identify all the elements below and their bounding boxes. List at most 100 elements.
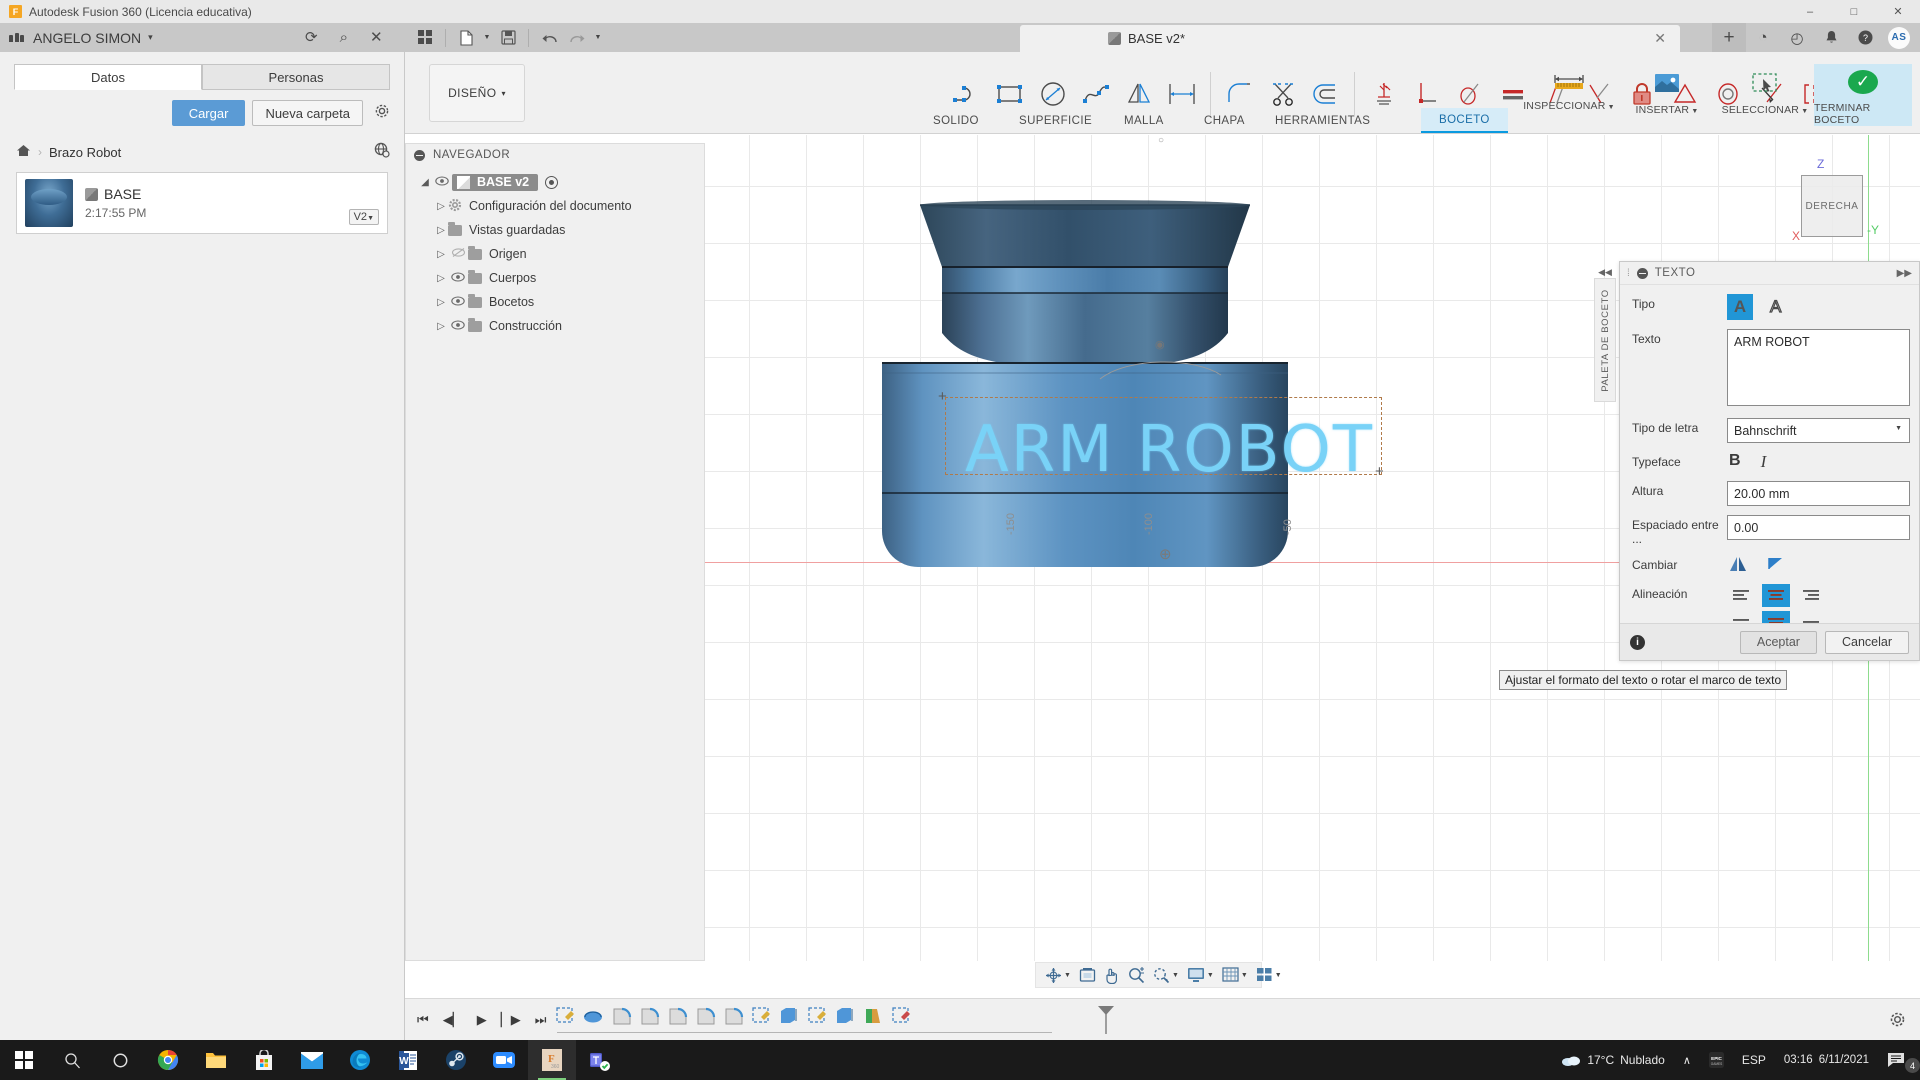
- sketch-text-arm-robot[interactable]: ARM ROBOT: [965, 413, 1374, 487]
- document-tab[interactable]: BASE v2* ✕: [1020, 25, 1680, 52]
- tab-personas[interactable]: Personas: [202, 64, 390, 90]
- maximize-button[interactable]: □: [1832, 0, 1876, 23]
- chevron-down-icon[interactable]: ▼: [1064, 972, 1071, 979]
- file-card[interactable]: BASE 2:17:55 PM V2▼: [16, 172, 388, 234]
- timeline-feature-revolve[interactable]: [583, 1006, 604, 1027]
- zoom-window-button[interactable]: ▼: [1150, 965, 1182, 986]
- italic-button[interactable]: I: [1761, 452, 1767, 472]
- flip-horizontal-icon[interactable]: [1729, 555, 1747, 575]
- tree-item-vistas[interactable]: ▷ Vistas guardadas: [406, 218, 704, 242]
- timeline-end-marker[interactable]: [1095, 1005, 1117, 1038]
- drag-handle-icon[interactable]: ⁞: [1627, 268, 1630, 279]
- minimize-button[interactable]: –: [1788, 0, 1832, 23]
- timeline-feature-fillet-2[interactable]: [639, 1006, 660, 1027]
- display-settings-button[interactable]: ▼: [1184, 965, 1217, 985]
- taskbar-fusion360-icon[interactable]: F 360: [528, 1040, 576, 1080]
- terminar-boceto-button[interactable]: ✓ TERMINAR BOCETO: [1814, 64, 1912, 126]
- taskbar-word-icon[interactable]: W: [384, 1040, 432, 1080]
- new-document-caret-icon[interactable]: ▼: [481, 26, 493, 50]
- taskbar-zoom-icon[interactable]: [480, 1040, 528, 1080]
- new-document-icon[interactable]: [453, 26, 479, 50]
- tree-item-construccion[interactable]: ▷ Construcción: [406, 314, 704, 338]
- espaciado-input[interactable]: 0.00: [1727, 515, 1910, 540]
- language-indicator[interactable]: ESP: [1733, 1053, 1775, 1067]
- timeline-feature-extrude-2[interactable]: [835, 1006, 856, 1027]
- expand-arrow-icon[interactable]: ◢: [418, 177, 432, 188]
- expand-arrow-icon[interactable]: ▷: [434, 201, 448, 212]
- timeline-feature-fillet-3[interactable]: [667, 1006, 688, 1027]
- chevron-down-icon[interactable]: ▼: [1241, 972, 1248, 979]
- timeline-feature-appearance[interactable]: [863, 1006, 884, 1027]
- origin-point[interactable]: ⊕: [1159, 545, 1172, 563]
- align-right-button[interactable]: [1797, 584, 1825, 607]
- mirror-tool[interactable]: [1117, 70, 1160, 118]
- eye-icon[interactable]: [432, 175, 452, 189]
- team-name[interactable]: ANGELO SIMON: [33, 30, 141, 46]
- redo-icon[interactable]: [564, 26, 590, 50]
- eye-icon[interactable]: [448, 271, 468, 285]
- timeline-feature-extrude-1[interactable]: [779, 1006, 800, 1027]
- grid-apps-icon[interactable]: [412, 26, 438, 50]
- new-tab-button[interactable]: +: [1712, 23, 1746, 52]
- viewports-button[interactable]: ▼: [1253, 965, 1285, 985]
- expand-arrow-icon[interactable]: ▷: [434, 225, 448, 236]
- font-family-select[interactable]: Bahnschrift: [1727, 418, 1910, 443]
- collapse-icon[interactable]: [414, 149, 425, 161]
- circle-tool[interactable]: [1031, 70, 1074, 118]
- timeline-step-forward[interactable]: ▏▶: [501, 1012, 521, 1028]
- timeline-go-end[interactable]: ⏭: [535, 1012, 547, 1028]
- taskbar-teams-icon[interactable]: [576, 1040, 624, 1080]
- timeline-settings-icon[interactable]: [1889, 1011, 1906, 1033]
- weather-widget[interactable]: 17°C Nublado: [1552, 1053, 1674, 1067]
- view-cube[interactable]: Z DERECHA X -Y: [1787, 157, 1885, 249]
- align-left-button[interactable]: [1727, 584, 1755, 607]
- refresh-icon[interactable]: ⟳: [305, 30, 318, 45]
- taskbar-explorer-icon[interactable]: [192, 1040, 240, 1080]
- chevron-down-icon[interactable]: ▼: [1275, 972, 1282, 979]
- sketch-palette-tab[interactable]: PALETA DE BOCETO: [1594, 278, 1616, 402]
- chevron-down-icon[interactable]: ▾: [148, 32, 153, 43]
- chevron-down-icon[interactable]: ▼: [1172, 972, 1179, 979]
- cancelar-button[interactable]: Cancelar: [1824, 630, 1909, 654]
- timeline-go-start[interactable]: ⏮: [417, 1012, 429, 1028]
- expand-arrow-icon[interactable]: ▷: [434, 297, 448, 308]
- redo-caret-icon[interactable]: ▼: [592, 26, 604, 50]
- fillet-tool[interactable]: [1218, 70, 1261, 118]
- save-icon[interactable]: [495, 26, 521, 50]
- close-panel-icon[interactable]: ✕: [370, 30, 383, 45]
- timeline-feature-sketch[interactable]: [555, 1006, 576, 1027]
- upload-button[interactable]: Cargar: [171, 100, 246, 126]
- dimension-tool[interactable]: [1160, 70, 1203, 118]
- epic-games-tray-icon[interactable]: EPIC GAMES: [1700, 1052, 1733, 1068]
- recent-activity-icon[interactable]: ◴: [1780, 23, 1814, 52]
- tree-root-selected[interactable]: BASE v2: [452, 173, 539, 191]
- timeline-feature-fillet-5[interactable]: [723, 1006, 744, 1027]
- pan-button[interactable]: [1101, 965, 1123, 986]
- tree-item-bocetos[interactable]: ▷ Bocetos: [406, 290, 704, 314]
- user-avatar[interactable]: AS: [1888, 26, 1910, 49]
- taskbar-steam-icon[interactable]: [432, 1040, 480, 1080]
- timeline-play[interactable]: ▶: [477, 1012, 487, 1028]
- taskbar-store-icon[interactable]: [240, 1040, 288, 1080]
- taskbar-chrome-icon[interactable]: [144, 1040, 192, 1080]
- activate-component-radio[interactable]: [545, 175, 559, 189]
- gear-icon[interactable]: [374, 103, 390, 124]
- aceptar-button[interactable]: Aceptar: [1739, 630, 1817, 654]
- inspeccionar-button[interactable]: INSPECCIONAR ▼: [1520, 64, 1618, 126]
- expand-arrow-icon[interactable]: ▷: [434, 321, 448, 332]
- tree-item-configuracion[interactable]: ▷ Configuración del documento: [406, 194, 704, 218]
- timeline-feature-fillet-1[interactable]: [611, 1006, 632, 1027]
- timeline-step-back[interactable]: ◀▏: [443, 1012, 463, 1028]
- timeline-feature-fillet-4[interactable]: [695, 1006, 716, 1027]
- palette-collapse-icon[interactable]: ◀◀: [1594, 264, 1616, 280]
- handle-bottom-right[interactable]: +: [1375, 463, 1384, 480]
- taskbar-mail-icon[interactable]: [288, 1040, 336, 1080]
- document-tab-close-icon[interactable]: ✕: [1654, 30, 1666, 47]
- constraint-ground-tool[interactable]: [1362, 70, 1405, 118]
- bold-button[interactable]: B: [1729, 452, 1741, 472]
- flip-vertical-icon[interactable]: [1767, 555, 1785, 575]
- notifications-icon[interactable]: [1814, 23, 1848, 52]
- look-at-button[interactable]: [1076, 965, 1099, 985]
- tree-root-row[interactable]: ◢ BASE v2: [406, 170, 704, 194]
- expand-arrow-icon[interactable]: ▷: [434, 273, 448, 284]
